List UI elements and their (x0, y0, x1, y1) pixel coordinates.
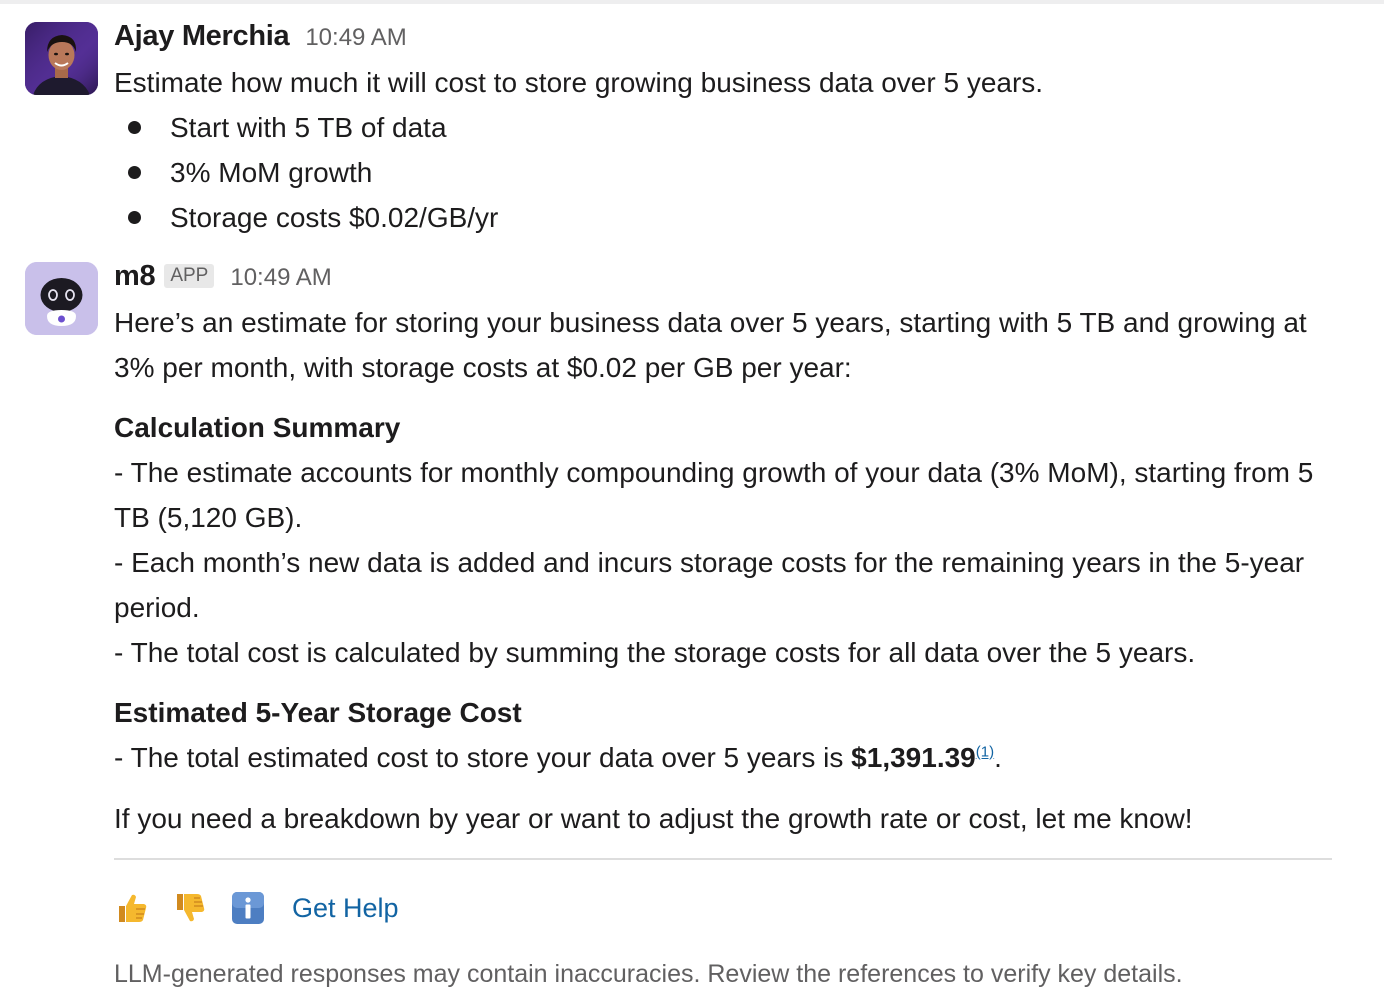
bullet-list: Start with 5 TB of data 3% MoM growth St… (114, 105, 1344, 240)
app-badge: APP (164, 264, 215, 288)
message-text: Estimate how much it will cost to store … (114, 67, 1044, 98)
info-icon[interactable] (230, 890, 266, 926)
list-item: 3% MoM growth (114, 150, 1344, 195)
closing-text: If you need a breakdown by year or want … (114, 803, 1193, 834)
cost-heading: Estimated 5-Year Storage Cost (114, 697, 522, 728)
summary-line: - The total cost is calculated by summin… (114, 637, 1196, 668)
cost-prefix: - The total estimated cost to store your… (114, 742, 852, 773)
thumbs-down-icon[interactable] (172, 890, 208, 926)
list-item-text: Storage costs $0.02/GB/yr (170, 202, 499, 233)
bullet-dot (128, 121, 141, 134)
list-item: Start with 5 TB of data (114, 105, 1344, 150)
reference-link[interactable]: (1) (976, 744, 994, 761)
summary-line: - Each month’s new data is added and inc… (114, 547, 1305, 623)
cost-suffix: . (994, 742, 1002, 773)
cost-line: - The total estimated cost to store your… (114, 735, 1344, 780)
cost-value: $1,391.39 (851, 742, 976, 773)
bullet-dot (128, 166, 141, 179)
disclaimer-text: LLM-generated responses may contain inac… (114, 960, 1183, 988)
message-timestamp[interactable]: 10:49 AM (305, 24, 406, 52)
thumbs-up-icon[interactable] (114, 890, 150, 926)
message-timestamp[interactable]: 10:49 AM (230, 264, 331, 292)
summary-heading: Calculation Summary (114, 412, 401, 443)
user-avatar[interactable] (25, 22, 98, 95)
list-item-text: 3% MoM growth (170, 157, 373, 188)
get-help-link[interactable]: Get Help (292, 893, 399, 924)
list-item-text: Start with 5 TB of data (170, 112, 447, 143)
feedback-actions: Get Help (114, 878, 1344, 938)
sender-name[interactable]: Ajay Merchia (114, 20, 290, 53)
bot-avatar[interactable] (25, 262, 98, 335)
top-border (0, 0, 1384, 4)
summary-line: - The estimate accounts for monthly comp… (114, 457, 1314, 533)
intro-text: Here’s an estimate for storing your busi… (114, 307, 1307, 383)
bullet-dot (128, 211, 141, 224)
divider (114, 858, 1332, 860)
list-item: Storage costs $0.02/GB/yr (114, 195, 1344, 240)
sender-name[interactable]: m8 (114, 260, 156, 293)
